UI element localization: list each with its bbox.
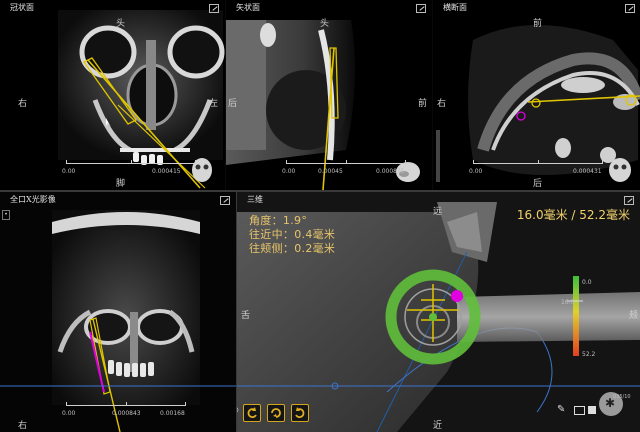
measurement-mesial: 往近中：0.4毫米 [249, 228, 336, 241]
scale-start-label: 0.00 [282, 168, 296, 175]
thumb-value-label: 035/10 [613, 394, 631, 400]
rotate-left-icon [247, 407, 257, 418]
orientation-right-label: 颊 [629, 311, 639, 321]
axial-view-pane[interactable]: 横断面 前 右 后 0.00 0.000431 [433, 0, 640, 190]
rotate-3d-button[interactable] [267, 404, 285, 422]
axial-view-title: 横断面 [443, 3, 467, 12]
pencil-icon[interactable]: ✎ [557, 404, 565, 415]
orientation-bottom-label: 脚 [116, 179, 126, 189]
orientation-right-label: 左 [209, 99, 219, 109]
measurement-buccal: 往颊侧：0.2毫米 [249, 242, 336, 255]
expand-icon[interactable] [209, 4, 219, 13]
coronal-view-pane[interactable]: 冠状面 头 右 左 脚 0.00 0.000415 [0, 0, 225, 190]
rotate-right-button[interactable] [291, 404, 309, 422]
expand-icon[interactable] [416, 4, 426, 13]
panoramic-view-pane[interactable]: 全口X光影像 • 右 0.00 0.000843 0.00168 [0, 192, 236, 432]
rotate-3d-icon [271, 408, 281, 418]
scale-end-label: 0.000835 [376, 168, 405, 175]
orientation-left-label: 舌 [241, 311, 251, 321]
depth-distance-readout: 16.0毫米 / 52.2毫米 [516, 208, 630, 222]
orientation-top-label: 远 [433, 207, 443, 217]
sagittal-view-title: 矢状面 [236, 3, 260, 12]
orientation-top-label: 头 [116, 19, 126, 29]
undo-icon[interactable]: ⟲ [237, 406, 239, 416]
scale-end-label: 0.00168 [160, 410, 185, 417]
scale-start-label: 0.00 [62, 410, 76, 417]
scale-mid-label: 0.00045 [318, 168, 343, 175]
scale-end-label: 0.000431 [573, 168, 602, 175]
depth-top-label: 0.0 [582, 279, 592, 286]
measurement-angle: 角度：1.9° [249, 214, 308, 227]
orientation-left-label: 右 [18, 421, 28, 431]
orientation-bottom-label: 后 [533, 179, 543, 189]
scale-end-label: 0.000415 [152, 168, 181, 175]
expand-icon[interactable] [625, 4, 635, 13]
orientation-top-label: 前 [533, 19, 543, 29]
panoramic-xray-image [0, 210, 236, 432]
expand-icon[interactable] [624, 196, 634, 205]
depth-bottom-label: 52.2 [582, 351, 596, 358]
scale-start-label: 0.00 [469, 168, 483, 175]
orientation-top-label: 头 [320, 19, 330, 29]
scale-mid-label: 0.000843 [112, 410, 141, 417]
depth-mid-label: 16.0 [561, 299, 575, 306]
panoramic-view-title: 全口X光影像 [10, 195, 56, 204]
expand-icon[interactable] [220, 196, 230, 205]
center-marker [429, 313, 437, 321]
orientation-right-label: 前 [418, 99, 428, 109]
sagittal-view-pane[interactable]: 矢状面 头 后 前 0.00 0.00045 0.000835 [226, 0, 432, 190]
orientation-bottom-label: 近 [433, 421, 443, 431]
orientation-left-label: 右 [18, 99, 28, 109]
orientation-left-label: 右 [437, 99, 447, 109]
scale-start-label: 0.00 [62, 168, 76, 175]
screen-icon[interactable] [574, 406, 585, 415]
orientation-left-label: 后 [228, 99, 238, 109]
rotate-left-button[interactable] [243, 404, 261, 422]
marker-dot [451, 290, 463, 302]
measurement-panel: 角度：1.9° 往近中：0.4毫米 往颊侧：0.2毫米 [249, 214, 335, 256]
layers-icon[interactable] [588, 406, 596, 414]
rotate-right-icon [295, 407, 305, 418]
three-d-view-pane[interactable]: 三维 角度：1.9° 往近中：0.4毫米 往颊侧：0.2毫米 远 舌 颊 近 0… [237, 192, 640, 432]
coronal-view-title: 冠状面 [10, 3, 34, 12]
three-d-view-title: 三维 [247, 195, 263, 204]
